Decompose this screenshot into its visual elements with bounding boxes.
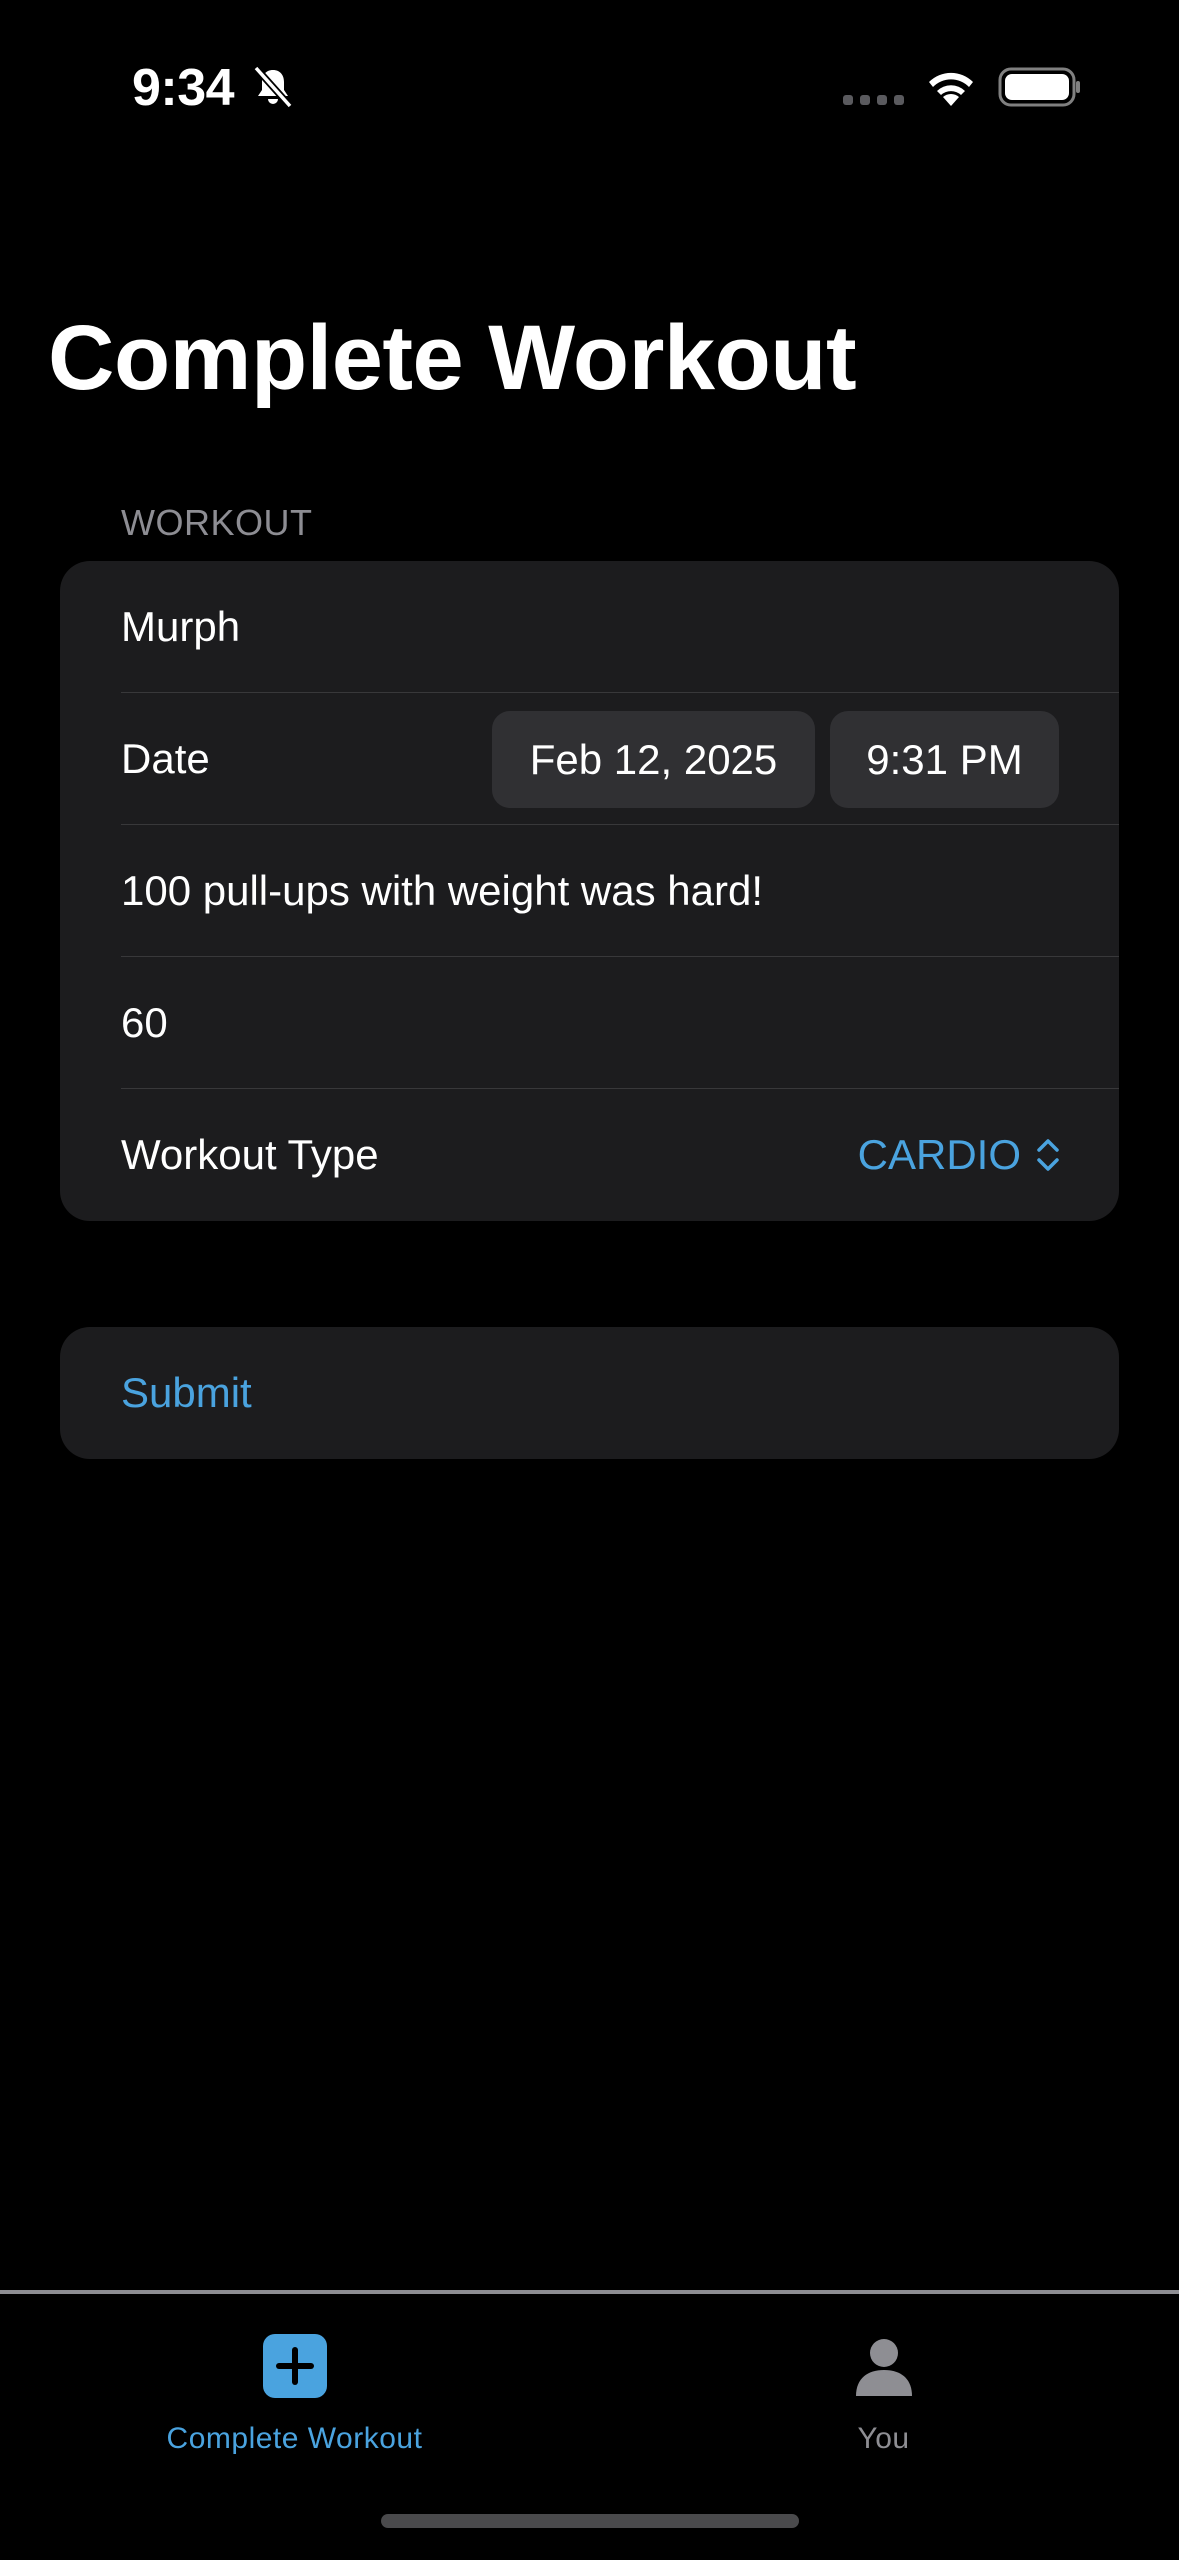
notes-field[interactable]: 100 pull-ups with weight was hard! (121, 825, 763, 957)
battery-icon (998, 67, 1080, 107)
plus-square-icon (262, 2334, 327, 2398)
duration-field[interactable]: 60 (121, 957, 168, 1089)
workout-type-value: CARDIO (857, 1131, 1021, 1178)
tab-label: Complete Workout (166, 2422, 423, 2455)
workout-form: Murph Date Feb 12, 2025 9:31 PM 100 pull… (60, 561, 1119, 1221)
status-time: 9:34 (132, 59, 235, 117)
home-indicator[interactable] (381, 2514, 799, 2528)
status-bar: 9:34 (0, 0, 1179, 170)
person-icon (855, 2339, 912, 2396)
workout-name-field[interactable]: Murph (121, 561, 240, 693)
tab-label: You (857, 2422, 910, 2455)
workout-type-row: Workout Type CARDIO (60, 1089, 1119, 1221)
notes-row[interactable]: 100 pull-ups with weight was hard! (60, 825, 1119, 957)
date-picker-button[interactable]: Feb 12, 2025 (492, 711, 815, 808)
workout-type-label: Workout Type (121, 1131, 379, 1178)
date-label: Date (121, 735, 210, 782)
submit-button[interactable]: Submit (60, 1327, 1119, 1459)
tab-you[interactable]: You (589, 2294, 1178, 2494)
wifi-icon (929, 72, 973, 106)
time-picker-button[interactable]: 9:31 PM (830, 711, 1059, 808)
submit-label: Submit (121, 1369, 252, 1416)
page-title: Complete Workout (48, 307, 857, 409)
workout-type-picker[interactable]: CARDIO (858, 1089, 1061, 1221)
date-row: Date Feb 12, 2025 9:31 PM (60, 693, 1119, 825)
tab-complete-workout[interactable]: Complete Workout (0, 2294, 589, 2494)
chevron-up-down-icon (1037, 1139, 1059, 1171)
section-header-workout: WORKOUT (121, 502, 313, 543)
workout-name-row[interactable]: Murph (60, 561, 1119, 693)
duration-row[interactable]: 60 (60, 957, 1119, 1089)
signal-icon (843, 95, 904, 105)
bell-slash-icon (253, 65, 293, 109)
